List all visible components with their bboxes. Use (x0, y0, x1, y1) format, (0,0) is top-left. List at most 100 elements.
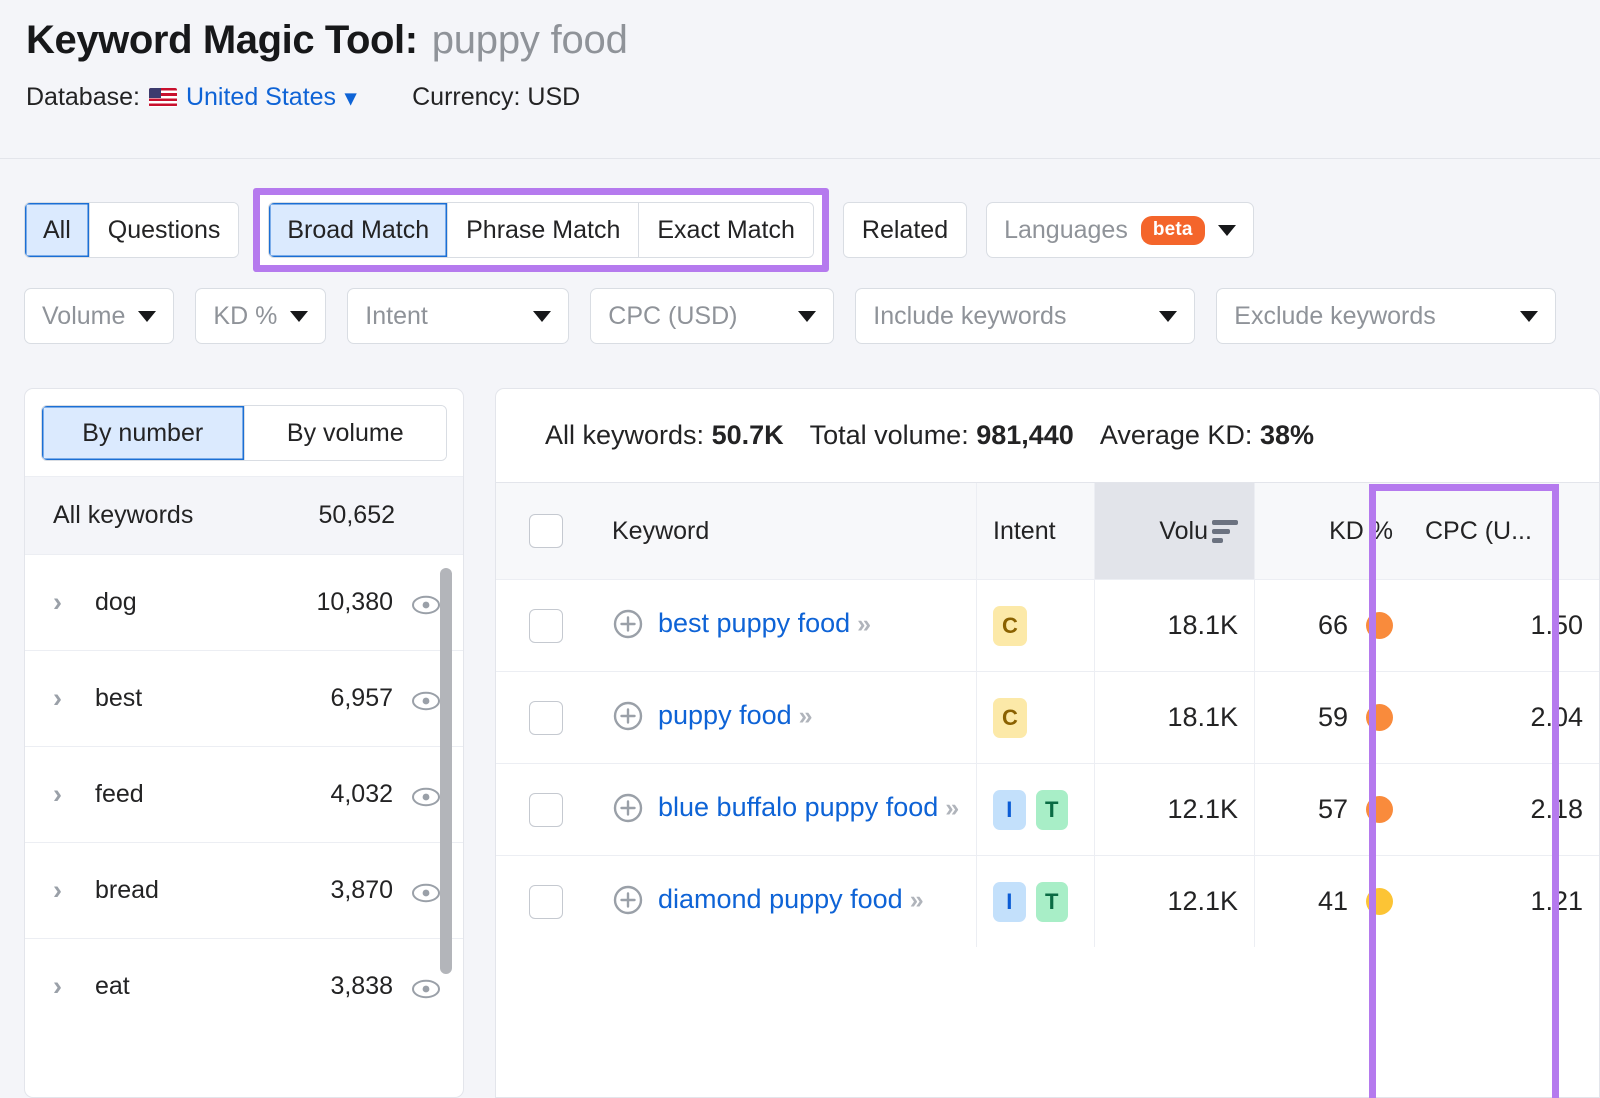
row-checkbox[interactable] (529, 792, 563, 827)
tab-all[interactable]: All (25, 203, 90, 257)
column-header-cpc[interactable]: CPC (U... (1409, 483, 1599, 579)
filter-cpc[interactable]: CPC (USD) (590, 288, 835, 344)
table-row[interactable]: blue buffalo puppy food» I T 12.1K 57 2.… (496, 763, 1599, 855)
chevron-down-icon (290, 310, 309, 322)
filter-cpc-label: CPC (USD) (608, 301, 738, 330)
add-keyword-icon[interactable] (612, 608, 644, 645)
sidebar-item-dog[interactable]: › dog 10,380 (25, 554, 463, 650)
keywords-table: Keyword Intent Volu KD % CPC (U... best … (495, 482, 1600, 1098)
filter-include-label: Include keywords (873, 301, 1067, 330)
add-keyword-icon[interactable] (612, 792, 644, 829)
sidebar-scrollbar[interactable] (440, 568, 452, 974)
filter-include-keywords[interactable]: Include keywords (855, 288, 1196, 344)
table-row[interactable]: best puppy food» C 18.1K 66 1.50 (496, 579, 1599, 671)
expand-chevrons-icon[interactable]: » (799, 702, 813, 730)
keyword-link[interactable]: best puppy food» (658, 606, 871, 642)
sidebar-item-bread[interactable]: › bread 3,870 (25, 842, 463, 938)
eye-icon[interactable] (411, 977, 441, 998)
filter-volume-label: Volume (42, 301, 126, 330)
eye-icon[interactable] (411, 785, 441, 806)
row-checkbox[interactable] (529, 884, 563, 919)
expand-chevrons-icon[interactable]: » (910, 886, 924, 914)
keyword-link[interactable]: puppy food» (658, 698, 813, 734)
expand-chevrons-icon[interactable]: » (945, 794, 959, 822)
sidebar-group-label: feed (95, 780, 144, 808)
summary-bar: All keywords: 50.7K Total volume: 981,44… (495, 388, 1600, 482)
eye-icon[interactable] (411, 689, 441, 710)
intent-badge[interactable]: T (1035, 881, 1068, 922)
row-checkbox[interactable] (529, 608, 563, 643)
match-type-tabs: Broad Match Phrase Match Exact Match (268, 202, 814, 258)
tab-exact-match[interactable]: Exact Match (639, 203, 813, 257)
sidebar-group-count: 10,380 (316, 588, 393, 616)
sidebar-item-feed[interactable]: › feed 4,032 (25, 746, 463, 842)
sidebar-group-count: 6,957 (330, 684, 393, 712)
kd-cell: 66 (1254, 580, 1409, 671)
related-tab-group: Related (842, 202, 968, 258)
sidebar-group-label: bread (95, 876, 159, 904)
filter-volume[interactable]: Volume (24, 288, 175, 344)
sidebar-group-label: best (95, 684, 143, 712)
row-select-cell (496, 856, 596, 947)
kd-value: 66 (1317, 610, 1348, 640)
keywords-panel: All keywords: 50.7K Total volume: 981,44… (495, 388, 1600, 1098)
table-row[interactable]: puppy food» C 18.1K 59 2.04 (496, 671, 1599, 763)
tab-phrase-match[interactable]: Phrase Match (448, 203, 640, 257)
column-header-keyword[interactable]: Keyword (596, 483, 976, 579)
sort-descending-icon[interactable] (1212, 519, 1238, 543)
add-keyword-icon[interactable] (612, 884, 644, 921)
chevron-right-icon[interactable]: › (53, 877, 79, 904)
volume-cell: 18.1K (1094, 672, 1254, 763)
languages-filter[interactable]: Languages beta (986, 202, 1254, 258)
tab-related[interactable]: Related (843, 203, 967, 257)
row-select-cell (496, 764, 596, 855)
keyword-link[interactable]: diamond puppy food» (658, 882, 924, 918)
tab-by-number[interactable]: By number (42, 406, 245, 460)
intent-badge[interactable]: I (993, 789, 1026, 830)
expand-chevrons-icon[interactable]: » (857, 610, 871, 638)
sidebar-item-best[interactable]: › best 6,957 (25, 650, 463, 746)
column-header-volume[interactable]: Volu (1094, 483, 1254, 579)
intent-badge[interactable]: T (1035, 789, 1068, 830)
keyword-link[interactable]: blue buffalo puppy food» (658, 790, 959, 826)
kd-difficulty-dot (1366, 796, 1393, 823)
sidebar-item-eat[interactable]: › eat 3,838 (25, 938, 463, 1034)
beta-badge: beta (1140, 215, 1205, 245)
sidebar-group-count: 3,838 (330, 972, 393, 1000)
table-row[interactable]: diamond puppy food» I T 12.1K 41 1.21 (496, 855, 1599, 947)
chevron-down-icon[interactable]: ▾ (345, 86, 356, 109)
kd-cell: 57 (1254, 764, 1409, 855)
intent-badge[interactable]: I (993, 881, 1026, 922)
tab-broad-match[interactable]: Broad Match (269, 203, 449, 257)
currency-label: Currency: USD (412, 83, 581, 111)
tab-by-volume[interactable]: By volume (244, 406, 446, 460)
us-flag-icon (148, 88, 177, 107)
chevron-right-icon[interactable]: › (53, 589, 79, 616)
select-all-checkbox[interactable] (529, 514, 563, 548)
filter-kd[interactable]: KD % (195, 288, 327, 344)
filters-row: Volume KD % Intent CPC (USD) Include key… (0, 288, 1600, 344)
chevron-right-icon[interactable]: › (53, 781, 79, 808)
column-header-kd[interactable]: KD % (1254, 483, 1409, 579)
filter-exclude-keywords[interactable]: Exclude keywords (1216, 288, 1557, 344)
page-title: Keyword Magic Tool: puppy food (26, 18, 1574, 63)
intent-badge[interactable]: C (993, 697, 1027, 738)
database-selector[interactable]: Database: United States ▾ (26, 83, 356, 112)
cpc-cell: 1.21 (1530, 886, 1583, 916)
row-checkbox[interactable] (529, 700, 563, 735)
chevron-right-icon[interactable]: › (53, 685, 79, 712)
filter-intent[interactable]: Intent (347, 288, 570, 344)
add-keyword-icon[interactable] (612, 700, 644, 737)
keyword-groups-sidebar: By number By volume All keywords 50,652 … (24, 388, 464, 1098)
table-header-row: Keyword Intent Volu KD % CPC (U... (496, 482, 1599, 579)
header-divider (0, 158, 1600, 159)
column-header-intent[interactable]: Intent (976, 483, 1094, 579)
sidebar-item-all-keywords[interactable]: All keywords 50,652 (25, 476, 463, 554)
eye-icon[interactable] (411, 593, 441, 614)
tab-questions[interactable]: Questions (89, 203, 239, 257)
eye-icon[interactable] (411, 881, 441, 902)
database-value[interactable]: United States (186, 83, 336, 112)
chevron-right-icon[interactable]: › (53, 973, 79, 1000)
chevron-down-icon (798, 310, 817, 322)
intent-badge[interactable]: C (993, 605, 1027, 646)
